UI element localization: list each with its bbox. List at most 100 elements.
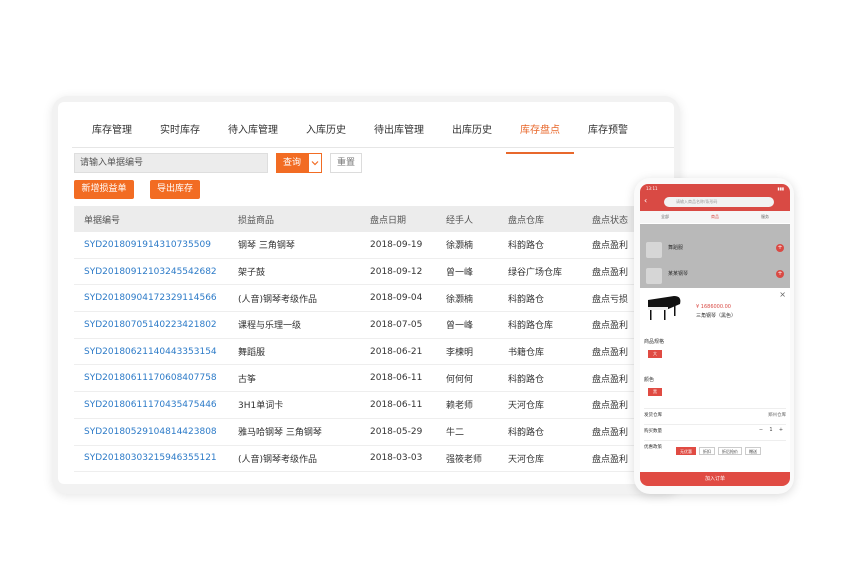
phone-tab-all[interactable]: 全部 <box>661 214 669 220</box>
document-number-link[interactable]: SYD20180611170435475446 <box>74 400 228 410</box>
product-cell: 舞蹈服 <box>238 348 266 359</box>
close-icon[interactable]: × <box>779 290 786 299</box>
document-number-link[interactable]: SYD20180705140223421802 <box>74 320 228 330</box>
product-cell: 架子鼓 <box>238 268 266 279</box>
promo-option[interactable]: 折后抢价 <box>718 447 742 455</box>
phone-tab-services[interactable]: 服务 <box>761 214 769 220</box>
list-item[interactable]: 某某钢琴 + <box>646 266 786 286</box>
warehouse-label: 发货仓库 <box>644 413 662 418</box>
product-cell: (人音)钢琴考级作品 <box>238 454 318 465</box>
document-number-link[interactable]: SYD20180303215946355121 <box>74 453 228 463</box>
handler-cell: 徐灏楠 <box>446 294 474 305</box>
phone-tab-goods[interactable]: 商品 <box>711 214 719 220</box>
document-number-search-input[interactable]: 请输入单据编号 <box>74 153 268 173</box>
table-row: SYD20180303215946355121 (人音)钢琴考级作品 2018-03… <box>74 446 674 473</box>
product-price: ¥ 1686000.00 <box>696 304 731 310</box>
quantity-stepper[interactable]: − 1 + <box>756 426 786 435</box>
plus-icon[interactable]: + <box>776 426 786 435</box>
product-cell: 钢琴 三角钢琴 <box>238 241 295 252</box>
reset-button[interactable]: 重置 <box>330 153 362 173</box>
minus-icon[interactable]: − <box>756 426 766 435</box>
table-row: SYD2018091914310735509 钢琴 三角钢琴 2018-09-19 徐… <box>74 232 674 259</box>
promo-options: 无优惠 折扣 折后抢价 赠送 <box>676 447 761 455</box>
quantity-value: 1 <box>769 427 773 433</box>
document-number-link[interactable]: SYD20180912103245542682 <box>74 267 228 277</box>
document-number-link[interactable]: SYD20180529104814423808 <box>74 427 228 437</box>
handler-cell: 曾一峰 <box>446 321 474 332</box>
warehouse-cell: 科韵路仓库 <box>508 321 554 332</box>
document-number-link[interactable]: SYD20180904172329114566 <box>74 293 228 303</box>
table-row: SYD20180705140223421802 课程与乐理一级 2018-07-05… <box>74 312 674 339</box>
table-row: SYD20180912103245542682 架子鼓 2018-09-12 曾一峰 绿… <box>74 259 674 286</box>
warehouse-row[interactable]: 发货仓库 郑州仓库 <box>644 408 786 420</box>
add-icon[interactable]: + <box>776 244 784 252</box>
date-cell: 2018-09-12 <box>370 266 423 277</box>
handler-cell: 徐灏楠 <box>446 241 474 252</box>
document-number-link[interactable]: SYD2018091914310735509 <box>74 240 228 250</box>
handler-cell: 曾一峰 <box>446 268 474 279</box>
tab-inbound-history[interactable]: 入库历史 <box>292 120 360 148</box>
tab-realtime-stock[interactable]: 实时库存 <box>146 120 214 148</box>
phone-clock: 13:11 <box>646 186 658 191</box>
promo-option[interactable]: 赠送 <box>745 447 761 455</box>
date-cell: 2018-06-11 <box>370 399 423 410</box>
spec-option[interactable]: 大 <box>648 350 662 358</box>
color-option[interactable]: 黑 <box>648 388 662 396</box>
handler-cell: 何何何 <box>446 374 474 385</box>
date-cell: 2018-03-03 <box>370 453 423 464</box>
product-cell: (人音)钢琴考级作品 <box>238 294 318 305</box>
phone-search-input[interactable]: 请输入商品名称/条形码 <box>664 197 774 207</box>
handler-cell: 赖老师 <box>446 401 474 412</box>
add-icon[interactable]: + <box>776 270 784 278</box>
product-cell: 古筝 <box>238 374 257 385</box>
document-number-link[interactable]: SYD20180621140443353154 <box>74 347 228 357</box>
table-row: SYD20180621140443353154 舞蹈服 2018-06-21 李楝明 书… <box>74 339 674 366</box>
tab-outbound-history[interactable]: 出库历史 <box>438 120 506 148</box>
spec-label: 商品规格 <box>644 339 665 345</box>
promo-option[interactable]: 折扣 <box>699 447 715 455</box>
chevron-down-icon[interactable] <box>308 153 322 173</box>
date-cell: 2018-09-19 <box>370 239 423 250</box>
tab-stocktaking[interactable]: 库存盘点 <box>506 120 574 154</box>
column-header: 损益商品 <box>238 215 275 226</box>
handler-cell: 牛二 <box>446 428 465 439</box>
tab-pending-outbound[interactable]: 待出库管理 <box>360 120 438 148</box>
handler-cell: 强筱老师 <box>446 454 483 465</box>
tab-pending-inbound[interactable]: 待入库管理 <box>214 120 292 148</box>
tab-inventory-management[interactable]: 库存管理 <box>78 120 146 148</box>
promo-label: 优惠政策 <box>644 445 662 450</box>
table-header: 单据编号 损益商品 盘点日期 经手人 盘点仓库 盘点状态 <box>74 206 674 232</box>
warehouse-value: 郑州仓库 <box>768 413 786 418</box>
product-thumbnail <box>646 242 662 258</box>
query-button[interactable]: 查询 <box>276 153 308 173</box>
date-cell: 2018-09-04 <box>370 293 423 304</box>
warehouse-cell: 科韵路仓 <box>508 294 545 305</box>
table-row: SYD20180529104814423808 雅马哈钢琴 三角钢琴 2018-05… <box>74 419 674 446</box>
grand-piano-image <box>648 296 681 320</box>
promo-option[interactable]: 无优惠 <box>676 447 696 455</box>
phone-status-bar: 13:11 ▮▮▮ <box>640 184 790 193</box>
color-label: 颜色 <box>644 377 655 383</box>
document-number-link[interactable]: SYD20180611170608407758 <box>74 373 228 383</box>
add-to-order-button[interactable]: 加入订单 <box>640 472 790 486</box>
phone-product-list: 舞蹈服 + 某某钢琴 + <box>640 224 790 288</box>
export-stock-button[interactable]: 导出库存 <box>150 180 200 199</box>
warehouse-cell: 科韵路仓 <box>508 241 545 252</box>
warehouse-cell: 绿谷广场仓库 <box>508 268 563 279</box>
column-header: 经手人 <box>446 215 474 226</box>
list-item[interactable]: 舞蹈服 + <box>646 240 786 260</box>
handler-cell: 李楝明 <box>446 348 474 359</box>
quantity-row: 购买数量 − 1 + <box>644 424 786 436</box>
phone-tabs: 全部 商品 服务 <box>640 211 790 223</box>
back-arrow-icon[interactable]: ‹ <box>644 196 647 205</box>
stage: 库存管理 实时库存 待入库管理 入库历史 待出库管理 出库历史 库存盘点 库存预… <box>0 0 852 564</box>
warehouse-cell: 科韵路仓 <box>508 374 545 385</box>
date-cell: 2018-07-05 <box>370 319 423 330</box>
product-cell: 3H1单词卡 <box>238 401 284 412</box>
date-cell: 2018-06-21 <box>370 346 423 357</box>
phone-screen: 13:11 ▮▮▮ ‹ 请输入商品名称/条形码 全部 商品 服务 舞蹈服 + 某… <box>640 184 790 486</box>
product-name: 舞蹈服 <box>668 245 684 251</box>
add-loss-gain-button[interactable]: 新增损益单 <box>74 180 134 199</box>
quantity-label: 购买数量 <box>644 429 662 434</box>
tab-stock-alert[interactable]: 库存预警 <box>574 120 642 148</box>
